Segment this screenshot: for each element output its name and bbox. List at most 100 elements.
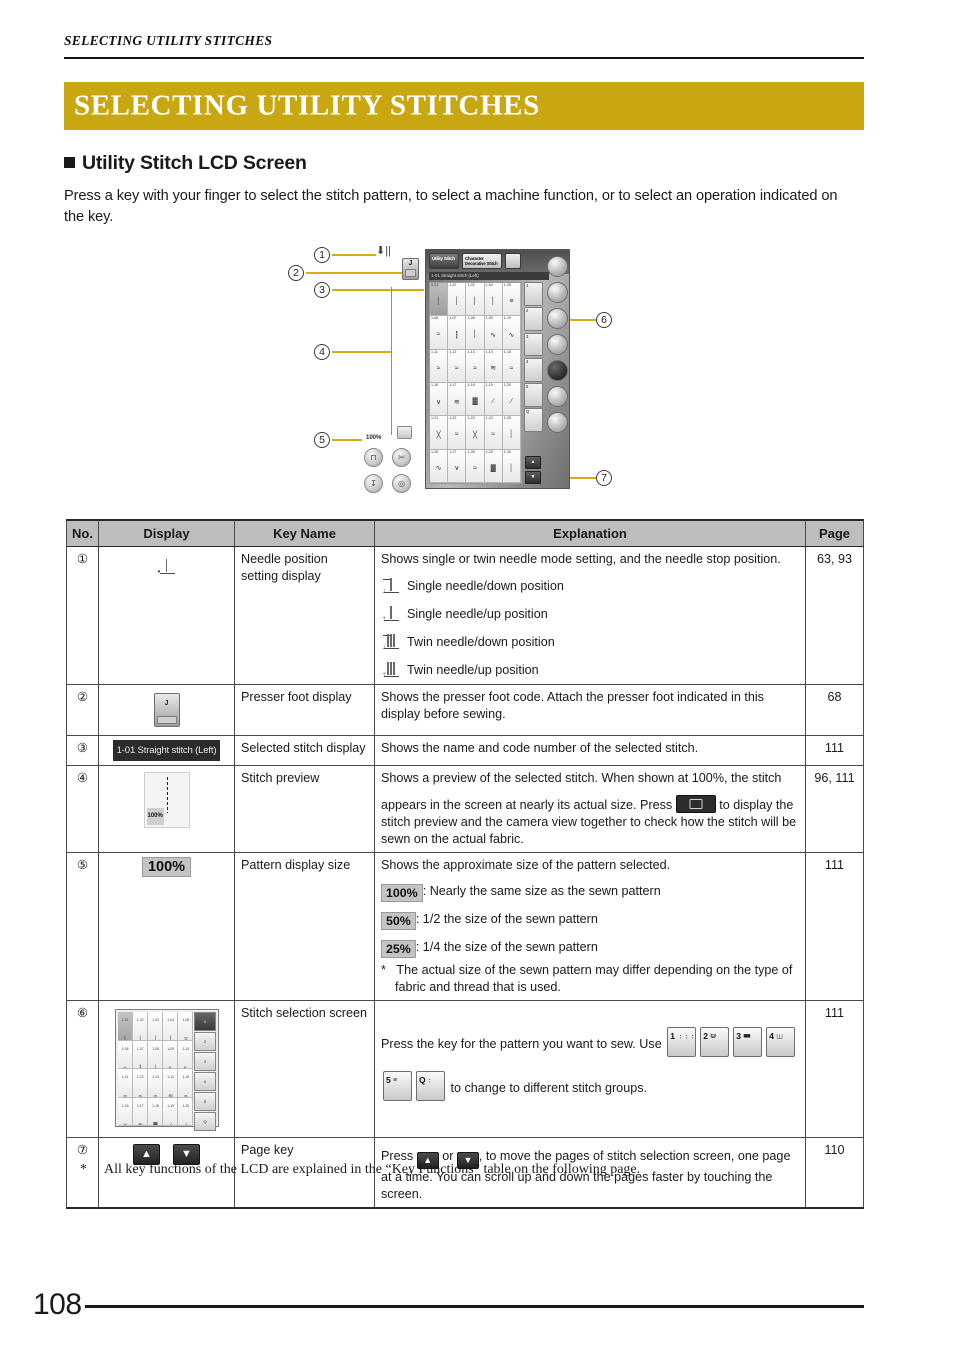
stitch-cell-1-26[interactable]: 1-26 ∿ xyxy=(430,449,449,483)
stitch-cell-1-27[interactable]: 1-27 ∨ xyxy=(448,449,467,483)
stitch-cell-1-30[interactable]: 1-30 │ xyxy=(502,449,521,483)
stitch-cell-1-05[interactable]: 1-05 ≡ xyxy=(502,283,521,317)
needle-base xyxy=(159,572,175,574)
stitch-cell-1-03[interactable]: 1-03 │ xyxy=(466,283,485,317)
group-key-1[interactable]: 1 ⋮⋮⋮ xyxy=(667,1027,697,1057)
mini-stitch-code-label: 1-04 xyxy=(167,1018,175,1022)
page-key-group[interactable]: ▲ ▼ xyxy=(525,456,541,484)
table-row: ④ 100% Stitch preview Shows a preview of… xyxy=(66,765,864,853)
auto-thread-key[interactable] xyxy=(547,360,568,381)
thread-tension-key[interactable] xyxy=(547,334,568,355)
presser-foot-key[interactable]: ◎ xyxy=(392,474,411,493)
mini-stitch-glyph: ≡ xyxy=(184,1037,188,1041)
needle-base xyxy=(384,647,399,649)
needle-up-down-key[interactable]: ↧ xyxy=(364,474,383,493)
stitch-pattern-glyph: ∿ xyxy=(490,331,497,339)
stitch-cell-1-02[interactable]: 1-02 │ xyxy=(448,283,467,317)
stitch-cell-1-14[interactable]: 1-14 ≋ xyxy=(484,349,503,383)
group-key-3[interactable]: 3 ■■ xyxy=(733,1027,763,1057)
stitch-group-button-3[interactable]: 3 xyxy=(524,332,543,357)
needle-plate-key[interactable] xyxy=(547,256,568,277)
stitch-cell-1-16[interactable]: 1-16 ∨ xyxy=(430,382,449,417)
row1-bullet-3-label: Twin needle/down position xyxy=(407,634,555,649)
mini-stitch-glyph: ∕ xyxy=(170,1122,172,1126)
row1-bullet-1: ↓ Single needle/down position xyxy=(381,576,799,596)
bookmark-icon[interactable] xyxy=(505,253,521,269)
group-key-5[interactable]: 5 ≡ xyxy=(383,1071,412,1101)
stitch-code-label: 1-23 xyxy=(467,416,475,421)
mini-stitch-cell-1-20: 1-20 ∕ xyxy=(178,1097,194,1126)
stitch-cell-1-12[interactable]: 1-12 ≈ xyxy=(448,349,467,383)
row6-no: ⑥ xyxy=(66,1000,99,1138)
group-key-4[interactable]: 4 ◫ xyxy=(766,1027,796,1057)
mini-group-button-5: 5 xyxy=(193,1092,216,1111)
camera-icon[interactable] xyxy=(675,795,716,813)
stitch-cell-1-15[interactable]: 1-15 ≈ xyxy=(502,349,521,383)
stitch-cell-1-13[interactable]: 1-13 ≈ xyxy=(466,349,485,383)
stitch-cell-1-21[interactable]: 1-21 ╳ xyxy=(430,416,449,450)
table-header-row: No. Display Key Name Explanation Page xyxy=(66,519,864,547)
mirror-image-key[interactable] xyxy=(547,308,568,329)
reverse-stitch-key[interactable]: ⊓ xyxy=(364,448,383,467)
mini-stitch-cell-1-11: 1-11 ≈ xyxy=(117,1069,133,1098)
stitch-code-label: 1-26 xyxy=(431,449,439,454)
stitch-cell-1-04[interactable]: 1-04 │ xyxy=(484,283,503,317)
group-key-2[interactable]: 2 ❂ xyxy=(700,1027,730,1057)
stitch-cell-1-09[interactable]: 1-09 ∿ xyxy=(484,316,503,350)
stitch-cell-1-08[interactable]: 1-08 │ xyxy=(466,316,485,350)
stitch-pattern-glyph: ≈ xyxy=(454,431,459,439)
stitch-width-key[interactable] xyxy=(547,282,568,303)
page-down-key[interactable]: ▼ xyxy=(525,471,541,484)
needle-pin xyxy=(390,578,392,591)
lcd-screen: Utility Stitch Character Decorative Stit… xyxy=(425,249,570,489)
group-key-q[interactable]: Q ⋮ xyxy=(416,1071,445,1101)
stitch-cell-1-06[interactable]: 1-06 ≈ xyxy=(430,316,449,350)
tab-utility-stitch[interactable]: Utility Stitch xyxy=(429,253,459,269)
leader-line-2 xyxy=(306,272,402,274)
size-desc-100: : Nearly the same size as the sewn patte… xyxy=(422,884,661,898)
page-up-key[interactable]: ▲ xyxy=(525,456,541,469)
row4-no: ④ xyxy=(66,765,99,853)
stitch-cell-1-18[interactable]: 1-18 ▓ xyxy=(466,382,485,417)
row1-key-name: Needle position setting display xyxy=(234,546,375,685)
callout-2: 2 xyxy=(288,265,304,281)
stitch-cell-1-29[interactable]: 1-29 ▓ xyxy=(484,449,503,483)
stitch-code-label: 1-12 xyxy=(449,349,457,354)
stitch-cell-1-11[interactable]: 1-11 ≈ xyxy=(430,349,449,383)
stitch-group-button-5[interactable]: 5 xyxy=(524,383,543,407)
tab-character-decorative-stitch[interactable]: Character Decorative Stitch xyxy=(462,253,502,269)
stitch-selection-grid[interactable]: 1-01 │ 1-02 │ 1-03 │ 1-04 │ 1-05 ≡ 1-06 ≈1-07 ┇ 1-08 │… xyxy=(429,282,522,484)
stitch-group-buttons[interactable]: 1 2 3 4 5 Q xyxy=(524,282,543,432)
needle-position-display-icon: • xyxy=(157,557,177,577)
preview-toggle-key[interactable] xyxy=(397,426,412,439)
stitch-group-button-Q[interactable]: Q xyxy=(524,408,543,432)
group-key-4-number: 4 xyxy=(769,1031,774,1041)
row1-bullet-1-label: Single needle/down position xyxy=(407,578,564,593)
stitch-group-button-4[interactable]: 4 xyxy=(524,357,543,382)
memory-key[interactable] xyxy=(547,412,568,433)
stitch-cell-1-22[interactable]: 1-22 ≈ xyxy=(448,416,467,450)
mini-stitch-glyph: ≈ xyxy=(123,1065,127,1069)
mini-stitch-glyph: ≋ xyxy=(168,1094,174,1098)
stitch-cell-1-25[interactable]: 1-25 │ xyxy=(502,416,521,450)
stitch-cell-1-10[interactable]: 1-10 ∿ xyxy=(502,316,521,350)
thread-cutter-key[interactable]: ✄ xyxy=(392,448,411,467)
stitch-code-label: 1-14 xyxy=(485,349,493,354)
arrow-up-glyph: • xyxy=(157,567,161,576)
edit-key[interactable] xyxy=(547,386,568,407)
mini-stitch-glyph: ≈ xyxy=(153,1094,158,1098)
stitch-group-button-1[interactable]: 1 xyxy=(524,282,543,306)
stitch-group-button-2[interactable]: 2 xyxy=(524,307,543,331)
stitch-cell-1-07[interactable]: 1-07 ┇ xyxy=(448,316,467,350)
stitch-code-label: 1-16 xyxy=(431,382,439,387)
stitch-cell-1-19[interactable]: 1-19 ∕ xyxy=(484,382,503,417)
stitch-cell-1-24[interactable]: 1-24 ≈ xyxy=(484,416,503,450)
stitch-cell-1-28[interactable]: 1-28 ≈ xyxy=(466,449,485,483)
page-number-rule xyxy=(85,1305,864,1308)
stitch-cell-1-17[interactable]: 1-17 ≋ xyxy=(448,382,467,417)
row4-explanation: Shows a preview of the selected stitch. … xyxy=(374,765,806,853)
stitch-cell-1-01[interactable]: 1-01 │ xyxy=(430,283,449,317)
stitch-cell-1-23[interactable]: 1-23 ╳ xyxy=(466,416,485,450)
callout-1: 1 xyxy=(314,247,330,263)
stitch-cell-1-20[interactable]: 1-20 ∕ xyxy=(502,382,521,417)
